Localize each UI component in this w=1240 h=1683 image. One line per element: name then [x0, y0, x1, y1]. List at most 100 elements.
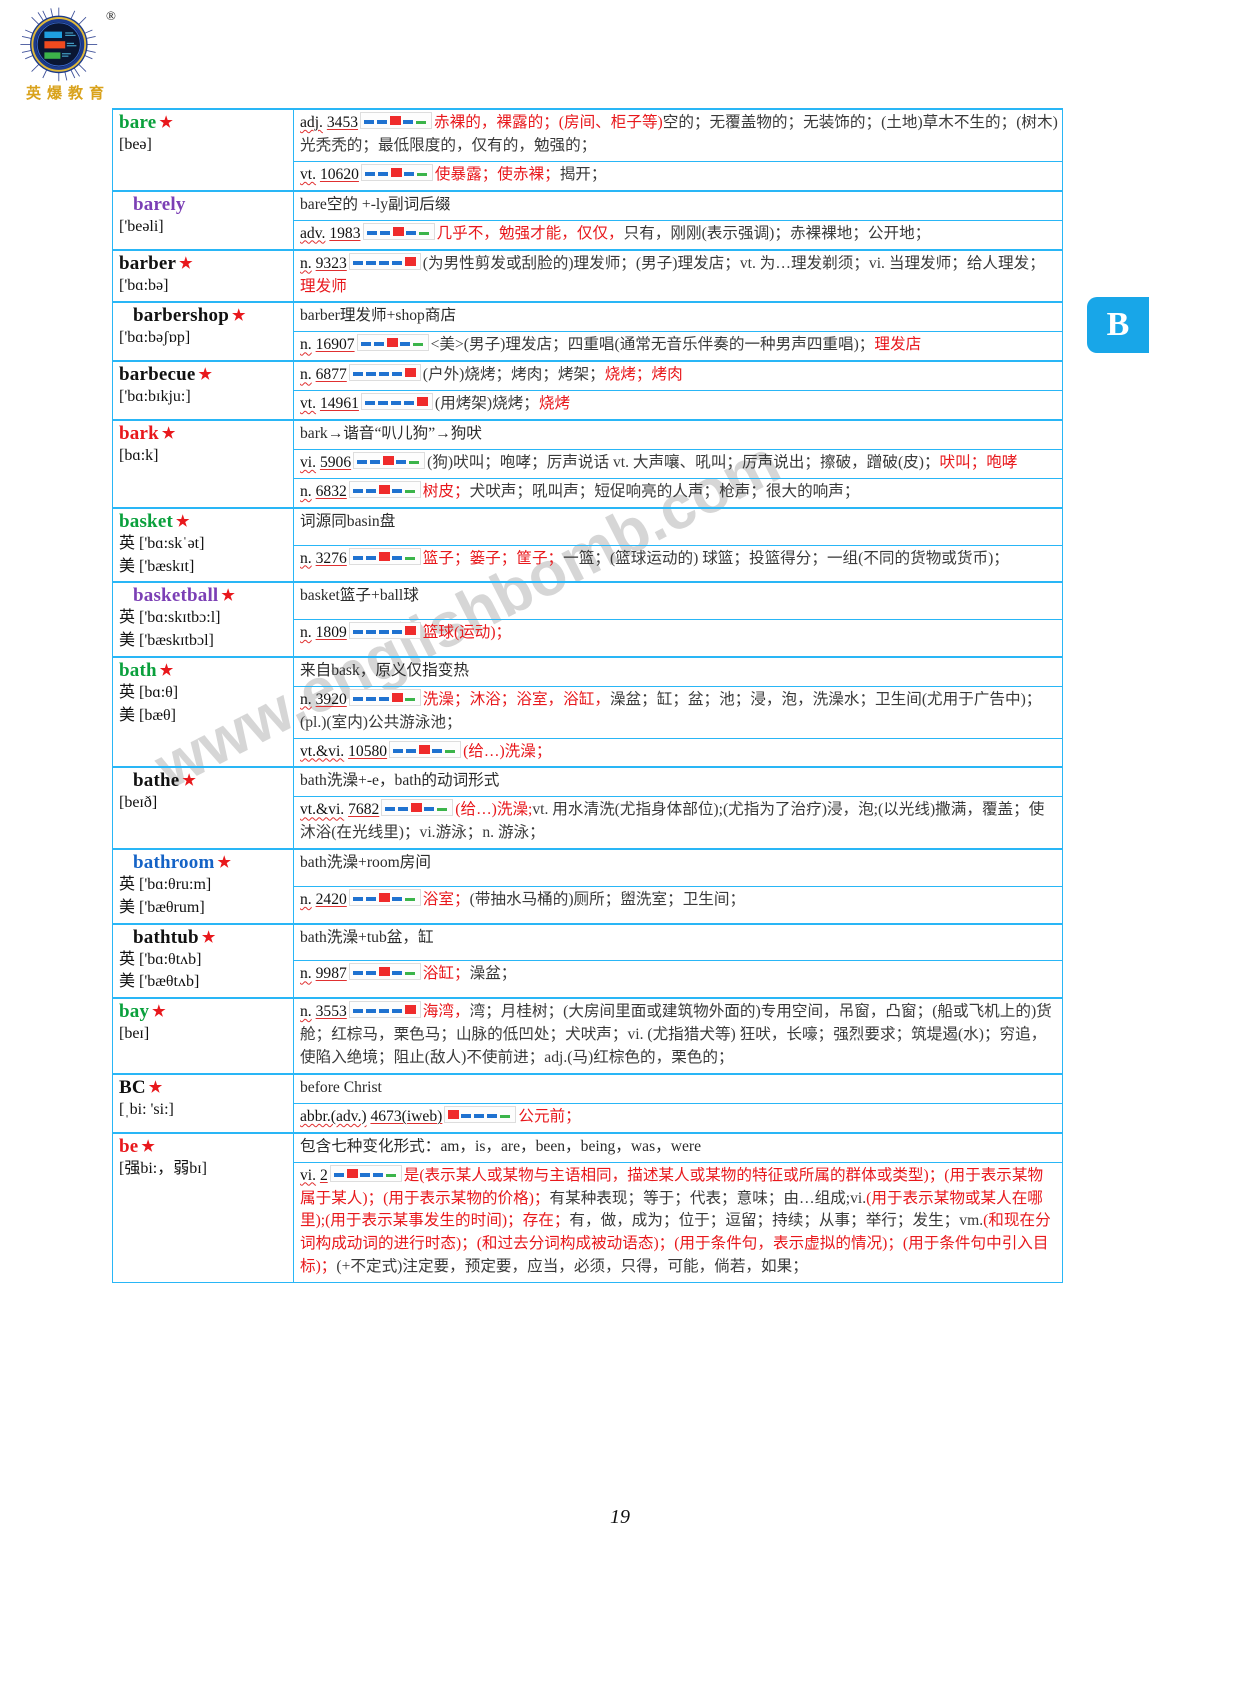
headword[interactable]: bathroom ★: [119, 852, 231, 874]
sense-cell: n. 9987 浴缸；澡盆；: [293, 960, 1063, 999]
phonetic-transcription: 英 ['bɑ:skɪtbɔ:l]: [119, 609, 221, 627]
star-icon: ★: [148, 1079, 163, 1096]
headword[interactable]: barbershop ★: [119, 305, 246, 327]
definition-highlight: 几乎不，勉强才能，仅仅，: [436, 224, 624, 242]
headword-cell: bay ★ [beɪ]: [112, 997, 294, 1075]
definition-highlight: 树皮；: [422, 482, 470, 500]
star-icon: ★: [152, 1004, 166, 1021]
star-icon: ★: [179, 255, 193, 272]
etymology-cell: bath洗澡+room房间: [293, 848, 1063, 887]
star-icon: ★: [182, 773, 197, 790]
sense-cell: n. 16907 <美>(男子)理发店；四重唱(通常无音乐伴奏的一种男声四重唱)；…: [293, 331, 1063, 362]
phonetic-transcription: ['bɑ:bə]: [119, 276, 169, 294]
frequency-rank: 2420: [315, 890, 347, 908]
frequency-meter: [329, 1164, 402, 1182]
phonetic-transcription: 美 [bæθ]: [119, 706, 176, 724]
etymology-note: bare空的 +-ly副词后缀: [300, 195, 451, 213]
headword[interactable]: bathtub ★: [119, 927, 215, 949]
etymology-note: before Christ: [300, 1078, 382, 1096]
definition-text: (狗)吠叫；咆哮；厉声说话 vt. 大声嚷、吼叫；厉声说出；擦破，蹭破(皮)；: [427, 454, 940, 472]
phonetic-transcription: ['bɑ:bɪkju:]: [119, 388, 191, 406]
dictionary-row: barbecue ★ ['bɑ:bɪkju:] n. 6877 (户外)烧烤；烤肉；烤架…: [112, 360, 1063, 421]
frequency-meter: [362, 222, 435, 240]
headword[interactable]: BC ★: [119, 1077, 289, 1099]
headword[interactable]: bark ★: [119, 423, 289, 445]
part-of-speech: n.: [300, 624, 312, 642]
headword-cell: barely ['beəli]: [112, 189, 294, 251]
frequency-rank: 2: [319, 1166, 328, 1184]
headword-cell: bathroom ★ 英 ['bɑ:θru:m] 美 ['bæθrum]: [112, 848, 294, 925]
dictionary-row: bathtub ★ 英 ['bɑ:θtʌb] 美 ['bæθtʌb] bath洗澡+tu…: [112, 922, 1063, 999]
etymology-cell: barber理发师+shop商店: [293, 301, 1063, 333]
sense-cell: n. 3553 海湾，湾；月桂树；(大房间里面或建筑物外面的)专用空间，吊窗，凸窗…: [293, 997, 1063, 1075]
dictionary-row: bark ★ [bɑ:k] bark→谐音“叭儿狗”→狗吠: [112, 419, 1063, 509]
headword[interactable]: basketball ★: [119, 585, 235, 607]
headword[interactable]: barbecue ★: [119, 364, 289, 386]
definition-highlight: (给…)洗澡；: [463, 742, 552, 760]
frequency-rank: 6832: [315, 482, 347, 500]
frequency-rank: 9323: [315, 254, 347, 272]
phonetic-transcription: ['bɑ:bəʃɒp]: [119, 329, 191, 347]
sense-cell: vt. 10620 使暴露；使赤裸；揭开；: [293, 160, 1063, 192]
etymology-note: bath洗澡+tub盆，缸: [300, 928, 434, 946]
etymology-note: 词源同basin盘: [300, 512, 396, 530]
dictionary-row: bare ★ [beə] adj. 3453 赤裸的，裸露的；(房间、柜子等)空的；无覆…: [112, 107, 1063, 192]
part-of-speech: abbr.(adv.): [300, 1107, 367, 1125]
part-of-speech: adv.: [300, 224, 326, 242]
part-of-speech: n.: [300, 549, 312, 567]
headword[interactable]: bath ★: [119, 660, 289, 682]
part-of-speech: vt.: [300, 395, 317, 413]
headword-cell: bark ★ [bɑ:k]: [112, 419, 294, 509]
phonetic-transcription: 英 ['bɑ:θtʌb]: [119, 950, 202, 968]
frequency-rank: 14961: [319, 395, 359, 413]
part-of-speech: n.: [300, 254, 312, 272]
frequency-meter: [348, 1001, 421, 1019]
logo-mark-icon: [20, 7, 98, 82]
frequency-meter: [360, 112, 433, 129]
headword[interactable]: bathe ★: [119, 770, 196, 792]
frequency-rank: 3553: [315, 1003, 347, 1021]
frequency-rank: 10620: [319, 165, 359, 183]
part-of-speech: n.: [300, 1003, 312, 1021]
definition-text: (+不定式)注定要，预定要，应当，必须，只得，可能，倘若，如果；: [336, 1258, 808, 1276]
headword[interactable]: basket ★: [119, 511, 289, 533]
frequency-meter: [348, 888, 421, 906]
headword-cell: bare ★ [beə]: [112, 108, 294, 192]
part-of-speech: vt.: [300, 165, 317, 183]
sense-cell: vt.&vi. 7682 (给…)洗澡;vt. 用水清洗(尤指身体部位);(尤指为…: [293, 796, 1063, 850]
headword-cell: basketball ★ 英 ['bɑ:skɪtbɔ:l] 美 ['bæskɪtbɔl…: [112, 581, 294, 658]
headword[interactable]: be ★: [119, 1136, 289, 1158]
headword-cell: be ★ [强bi:，弱bɪ]: [112, 1131, 294, 1284]
headword[interactable]: barely: [119, 194, 186, 216]
headword[interactable]: bare ★: [119, 112, 289, 134]
etymology-note: bark→谐音“叭儿狗”→狗吠: [300, 425, 482, 443]
star-icon: ★: [159, 662, 174, 679]
etymology-note: basket篮子+ball球: [300, 587, 419, 605]
headword[interactable]: bay ★: [119, 1001, 289, 1023]
definition-highlight: 浴缸；: [422, 965, 470, 983]
headword-cell: bath ★ 英 [bɑ:θ] 美 [bæθ]: [112, 655, 294, 768]
star-icon: ★: [161, 426, 176, 443]
definition-highlight: 篮球(运动)；: [422, 624, 512, 642]
frequency-rank: 5906: [319, 454, 352, 472]
dictionary-row: bay ★ [beɪ] n. 3553 海湾，湾；月桂树；(大房间里面或建筑物外面的)专…: [112, 997, 1063, 1075]
headword-cell: bathe ★ [beɪð]: [112, 766, 294, 850]
star-icon: ★: [198, 367, 213, 384]
dictionary-row: bathe ★ [beɪð] bath洗澡+-e，bath的动词形式: [112, 766, 1063, 850]
letter-thumb-tab-b[interactable]: B: [1087, 297, 1149, 353]
definition-text: 有，做，成为；位于；逗留；持续；从事；举行；发生；vm.: [569, 1212, 984, 1230]
dictionary-row: basketball ★ 英 ['bɑ:skɪtbɔ:l] 美 ['bæskɪtbɔl…: [112, 581, 1063, 658]
definition-text: 揭开；: [559, 165, 607, 183]
star-icon: ★: [231, 308, 246, 325]
headword-cell: barber ★ ['bɑ:bə]: [112, 248, 294, 303]
sense-cell: n. 3920 洗澡；沐浴；浴室，浴缸，澡盆；缸；盆；池；浸，泡，洗澡水；卫生间(…: [293, 685, 1063, 739]
frequency-meter: [360, 393, 433, 411]
frequency-rank: 9987: [315, 965, 347, 983]
sense-cell: n. 9323 (为男性剪发或刮脸的)理发师；(男子)理发店；vt. 为…理发剃须…: [293, 248, 1063, 303]
frequency-meter: [444, 1105, 517, 1123]
etymology-note: bath洗澡+-e，bath的动词形式: [300, 772, 500, 790]
definition-text: (户外)烧烤；烤肉；烤架；: [422, 366, 605, 384]
definition-text: 一篮；(篮球运动的) 球篮；投篮得分；一组(不同的货物或货币)；: [563, 549, 1009, 567]
headword[interactable]: barber ★: [119, 253, 289, 275]
etymology-cell: bare空的 +-ly副词后缀: [293, 189, 1063, 221]
